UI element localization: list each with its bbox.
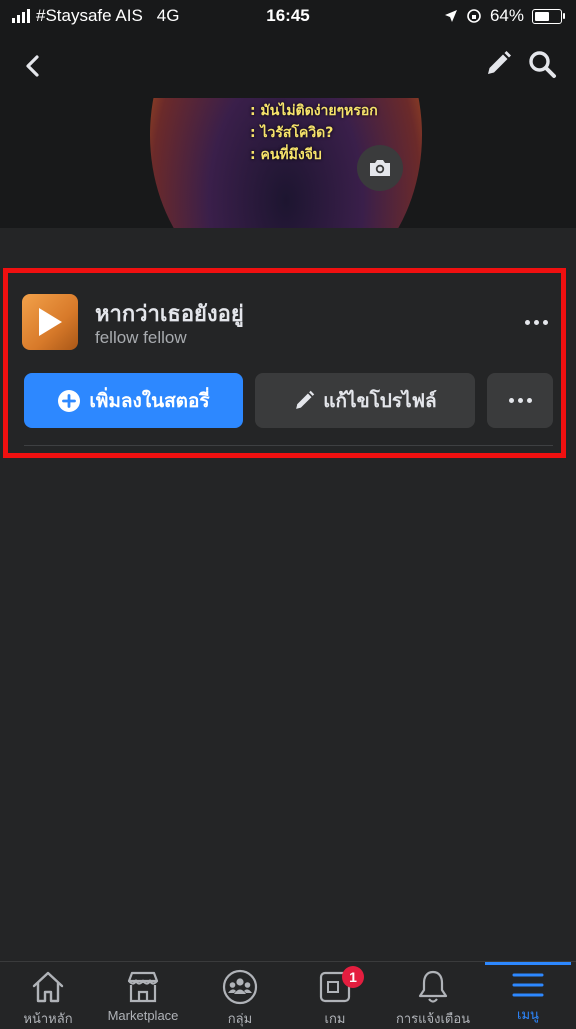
status-right: 64% [444,6,565,26]
menu-icon [511,970,545,1000]
groups-icon [222,969,258,1005]
back-button[interactable] [13,46,53,86]
nav-label: Marketplace [107,1008,179,1023]
add-to-story-label: เพิ่มลงในสตอรี่ [89,389,210,412]
home-icon [30,970,66,1004]
nav-label: เมนู [517,1007,539,1022]
orientation-lock-icon [467,9,481,23]
nav-label: การแจ้งเตือน [395,1011,471,1026]
battery-percent: 64% [489,6,524,25]
nav-label: กลุ่ม [227,1011,253,1026]
pencil-icon [296,390,315,409]
change-cover-button[interactable] [357,145,403,191]
cover-caption-line: : ไวรัสโควิด? [250,125,334,141]
marketplace-icon [125,970,161,1004]
nav-marketplace[interactable]: Marketplace [100,962,186,1024]
more-dots-icon [508,398,532,403]
more-dots-icon [524,319,548,325]
edit-profile-label: แก้ไขโปรไฟล์ [323,389,437,412]
cover-area: : มันไม่ติดง่ายๆหรอก : ไวรัสโควิด? : คนท… [0,98,576,228]
notification-badge: 1 [342,966,364,988]
camera-icon [370,160,390,176]
page-name[interactable]: หากว่าเธอยังอยู่ [95,296,244,331]
search-icon [529,51,556,78]
divider [24,445,553,446]
top-bar [0,34,576,98]
nav-notifications[interactable]: การแจ้งเตือน [390,962,476,1026]
nav-groups[interactable]: กลุ่ม [205,962,275,1026]
nav-gaming[interactable]: 1 เกม [300,962,370,1026]
page-options-button[interactable] [518,308,554,336]
gaming-icon: 1 [318,966,364,1004]
pencil-icon [488,51,511,74]
battery-icon [532,8,565,24]
location-icon [444,10,457,22]
bottom-nav: หน้าหลัก Marketplace กลุ่ม 1 เกม การแจ้ง… [0,961,576,1026]
status-bar: #Staysafe AIS 4G 16:45 64% [0,0,576,34]
edit-profile-button[interactable]: แก้ไขโปรไฟล์ [255,373,475,428]
chevron-left-icon [26,55,39,77]
cover-caption: : มันไม่ติดง่ายๆหรอก : ไวรัสโควิด? : คนท… [250,100,378,166]
nav-menu[interactable]: เมนู [493,962,563,1024]
edit-button[interactable] [478,44,518,84]
bell-icon [416,970,450,1004]
nav-label: เกม [324,1011,346,1026]
add-to-story-button[interactable]: เพิ่มลงในสตอรี่ [24,373,243,428]
more-actions-button[interactable] [487,373,553,428]
page-handle: fellow fellow [95,328,187,347]
play-icon [39,308,62,336]
search-button[interactable] [522,44,562,84]
page-header: หากว่าเธอยังอยู่ fellow fellow [22,294,554,354]
plus-circle-icon [58,389,81,412]
page-avatar[interactable] [22,294,78,350]
nav-label: หน้าหลัก [23,1011,73,1026]
cover-caption-line: : มันไม่ติดง่ายๆหรอก [250,103,378,119]
nav-home[interactable]: หน้าหลัก [14,962,82,1026]
battery-fill [535,11,550,21]
